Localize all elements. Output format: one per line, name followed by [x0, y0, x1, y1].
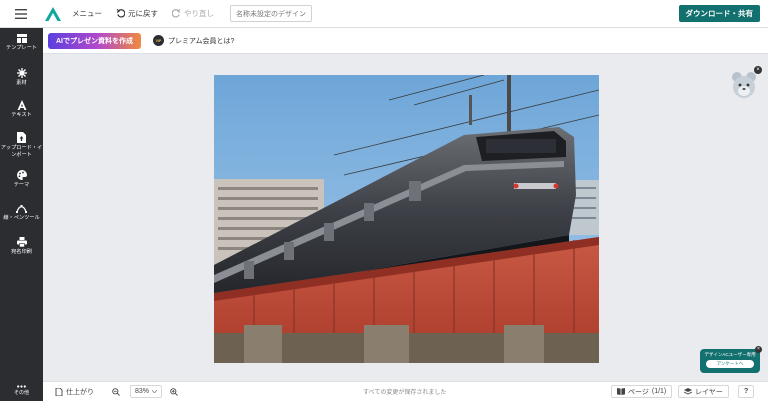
- premium-info-link[interactable]: VIP プレミアム会員とは?: [153, 35, 234, 46]
- material-icon: [16, 68, 27, 78]
- sidebar-item-label: アップロード・インポート: [0, 145, 43, 158]
- sidebar-item-print[interactable]: 宛名印刷: [0, 237, 43, 256]
- pen-tool-icon: [16, 205, 27, 213]
- zoom-in-icon: [170, 387, 178, 396]
- more-dots-icon: [17, 385, 26, 388]
- zoom-out-button[interactable]: [112, 387, 120, 396]
- upload-icon: [17, 132, 26, 143]
- redo-label: やり直し: [184, 9, 214, 18]
- bottom-toolbar: 仕上がり 83% すべての変更が保存されました ページ (1/1) レイヤー ?: [43, 381, 768, 401]
- premium-label: プレミアム会員とは?: [168, 37, 235, 45]
- secondary-toolbar: AIでプレゼン資料を作成 VIP プレミアム会員とは?: [43, 28, 768, 54]
- save-status-text: すべての変更が保存されました: [363, 390, 447, 396]
- help-label: ?: [744, 388, 749, 395]
- sidebar-item-label: 素材: [16, 80, 27, 86]
- left-sidebar: テンプレート 素材 テキスト アップロード・インポート テーマ 線・ペンツール …: [0, 28, 43, 401]
- layer-button[interactable]: レイヤー: [678, 385, 729, 398]
- download-share-button[interactable]: ダウンロード・共有: [678, 5, 760, 22]
- sidebar-item-label: テーマ: [13, 182, 30, 188]
- redo-icon: [172, 9, 181, 18]
- survey-button[interactable]: アンケートへ: [706, 360, 754, 368]
- top-toolbar: メニュー 元に戻す やり直し 名称未設定のデザイン ダウンロード・共有: [0, 0, 768, 28]
- assistant-mascot-icon[interactable]: [729, 70, 759, 100]
- zoom-out-icon: [112, 387, 120, 396]
- chevron-down-icon: [152, 390, 158, 393]
- zoom-value: 83%: [135, 388, 150, 395]
- undo-button[interactable]: 元に戻す: [116, 8, 158, 19]
- book-icon: [617, 388, 625, 395]
- menu-label: メニュー: [72, 9, 102, 18]
- sidebar-item-upload[interactable]: アップロード・インポート: [0, 132, 43, 158]
- page-button[interactable]: ページ (1/1): [611, 385, 673, 398]
- zoom-in-button[interactable]: [170, 387, 178, 396]
- sidebar-item-label: テキスト: [11, 112, 32, 118]
- more-label: その他: [13, 390, 29, 396]
- canvas-train-photo[interactable]: [214, 75, 599, 363]
- page-count: (1/1): [651, 388, 667, 395]
- zoom-level-select[interactable]: 83%: [130, 385, 163, 398]
- close-mascot-icon[interactable]: ×: [754, 66, 762, 74]
- finish-preview-button[interactable]: 仕上がり: [55, 387, 94, 397]
- vip-badge-icon: VIP: [153, 35, 164, 46]
- layer-label: レイヤー: [695, 388, 723, 396]
- design-title-placeholder: 名称未設定のデザイン: [236, 10, 306, 18]
- document-icon: [55, 387, 63, 396]
- undo-label: 元に戻す: [128, 9, 158, 18]
- app-logo-icon[interactable]: [42, 0, 64, 28]
- menu-button[interactable]: メニュー: [72, 8, 102, 19]
- ai-presentation-button[interactable]: AIでプレゼン資料を作成: [48, 32, 141, 49]
- palette-icon: [16, 170, 27, 180]
- print-icon: [16, 237, 27, 247]
- sidebar-item-material[interactable]: 素材: [0, 68, 43, 87]
- survey-title: デザインACユーザー専用: [704, 352, 756, 357]
- survey-widget[interactable]: デザインACユーザー専用 アンケートへ: [700, 349, 760, 373]
- design-title-input[interactable]: 名称未設定のデザイン: [230, 5, 312, 22]
- sidebar-item-text[interactable]: テキスト: [0, 100, 43, 119]
- undo-icon: [116, 9, 125, 18]
- sidebar-item-label: 宛名印刷: [11, 249, 32, 255]
- sidebar-item-theme[interactable]: テーマ: [0, 170, 43, 189]
- close-survey-icon[interactable]: ×: [755, 346, 762, 353]
- sidebar-item-label: テンプレート: [6, 45, 37, 51]
- text-icon: [17, 100, 26, 110]
- sidebar-item-label: 線・ペンツール: [3, 215, 40, 221]
- layers-icon: [684, 388, 692, 395]
- page-label: ページ: [628, 388, 649, 396]
- template-icon: [16, 34, 27, 43]
- redo-button[interactable]: やり直し: [172, 8, 214, 19]
- sidebar-item-pen-tool[interactable]: 線・ペンツール: [0, 204, 43, 222]
- help-button[interactable]: ?: [738, 385, 755, 398]
- sidebar-item-template[interactable]: テンプレート: [0, 34, 43, 52]
- finish-label: 仕上がり: [66, 388, 94, 396]
- hamburger-menu-icon[interactable]: [0, 0, 42, 28]
- sidebar-item-more[interactable]: その他: [0, 381, 43, 401]
